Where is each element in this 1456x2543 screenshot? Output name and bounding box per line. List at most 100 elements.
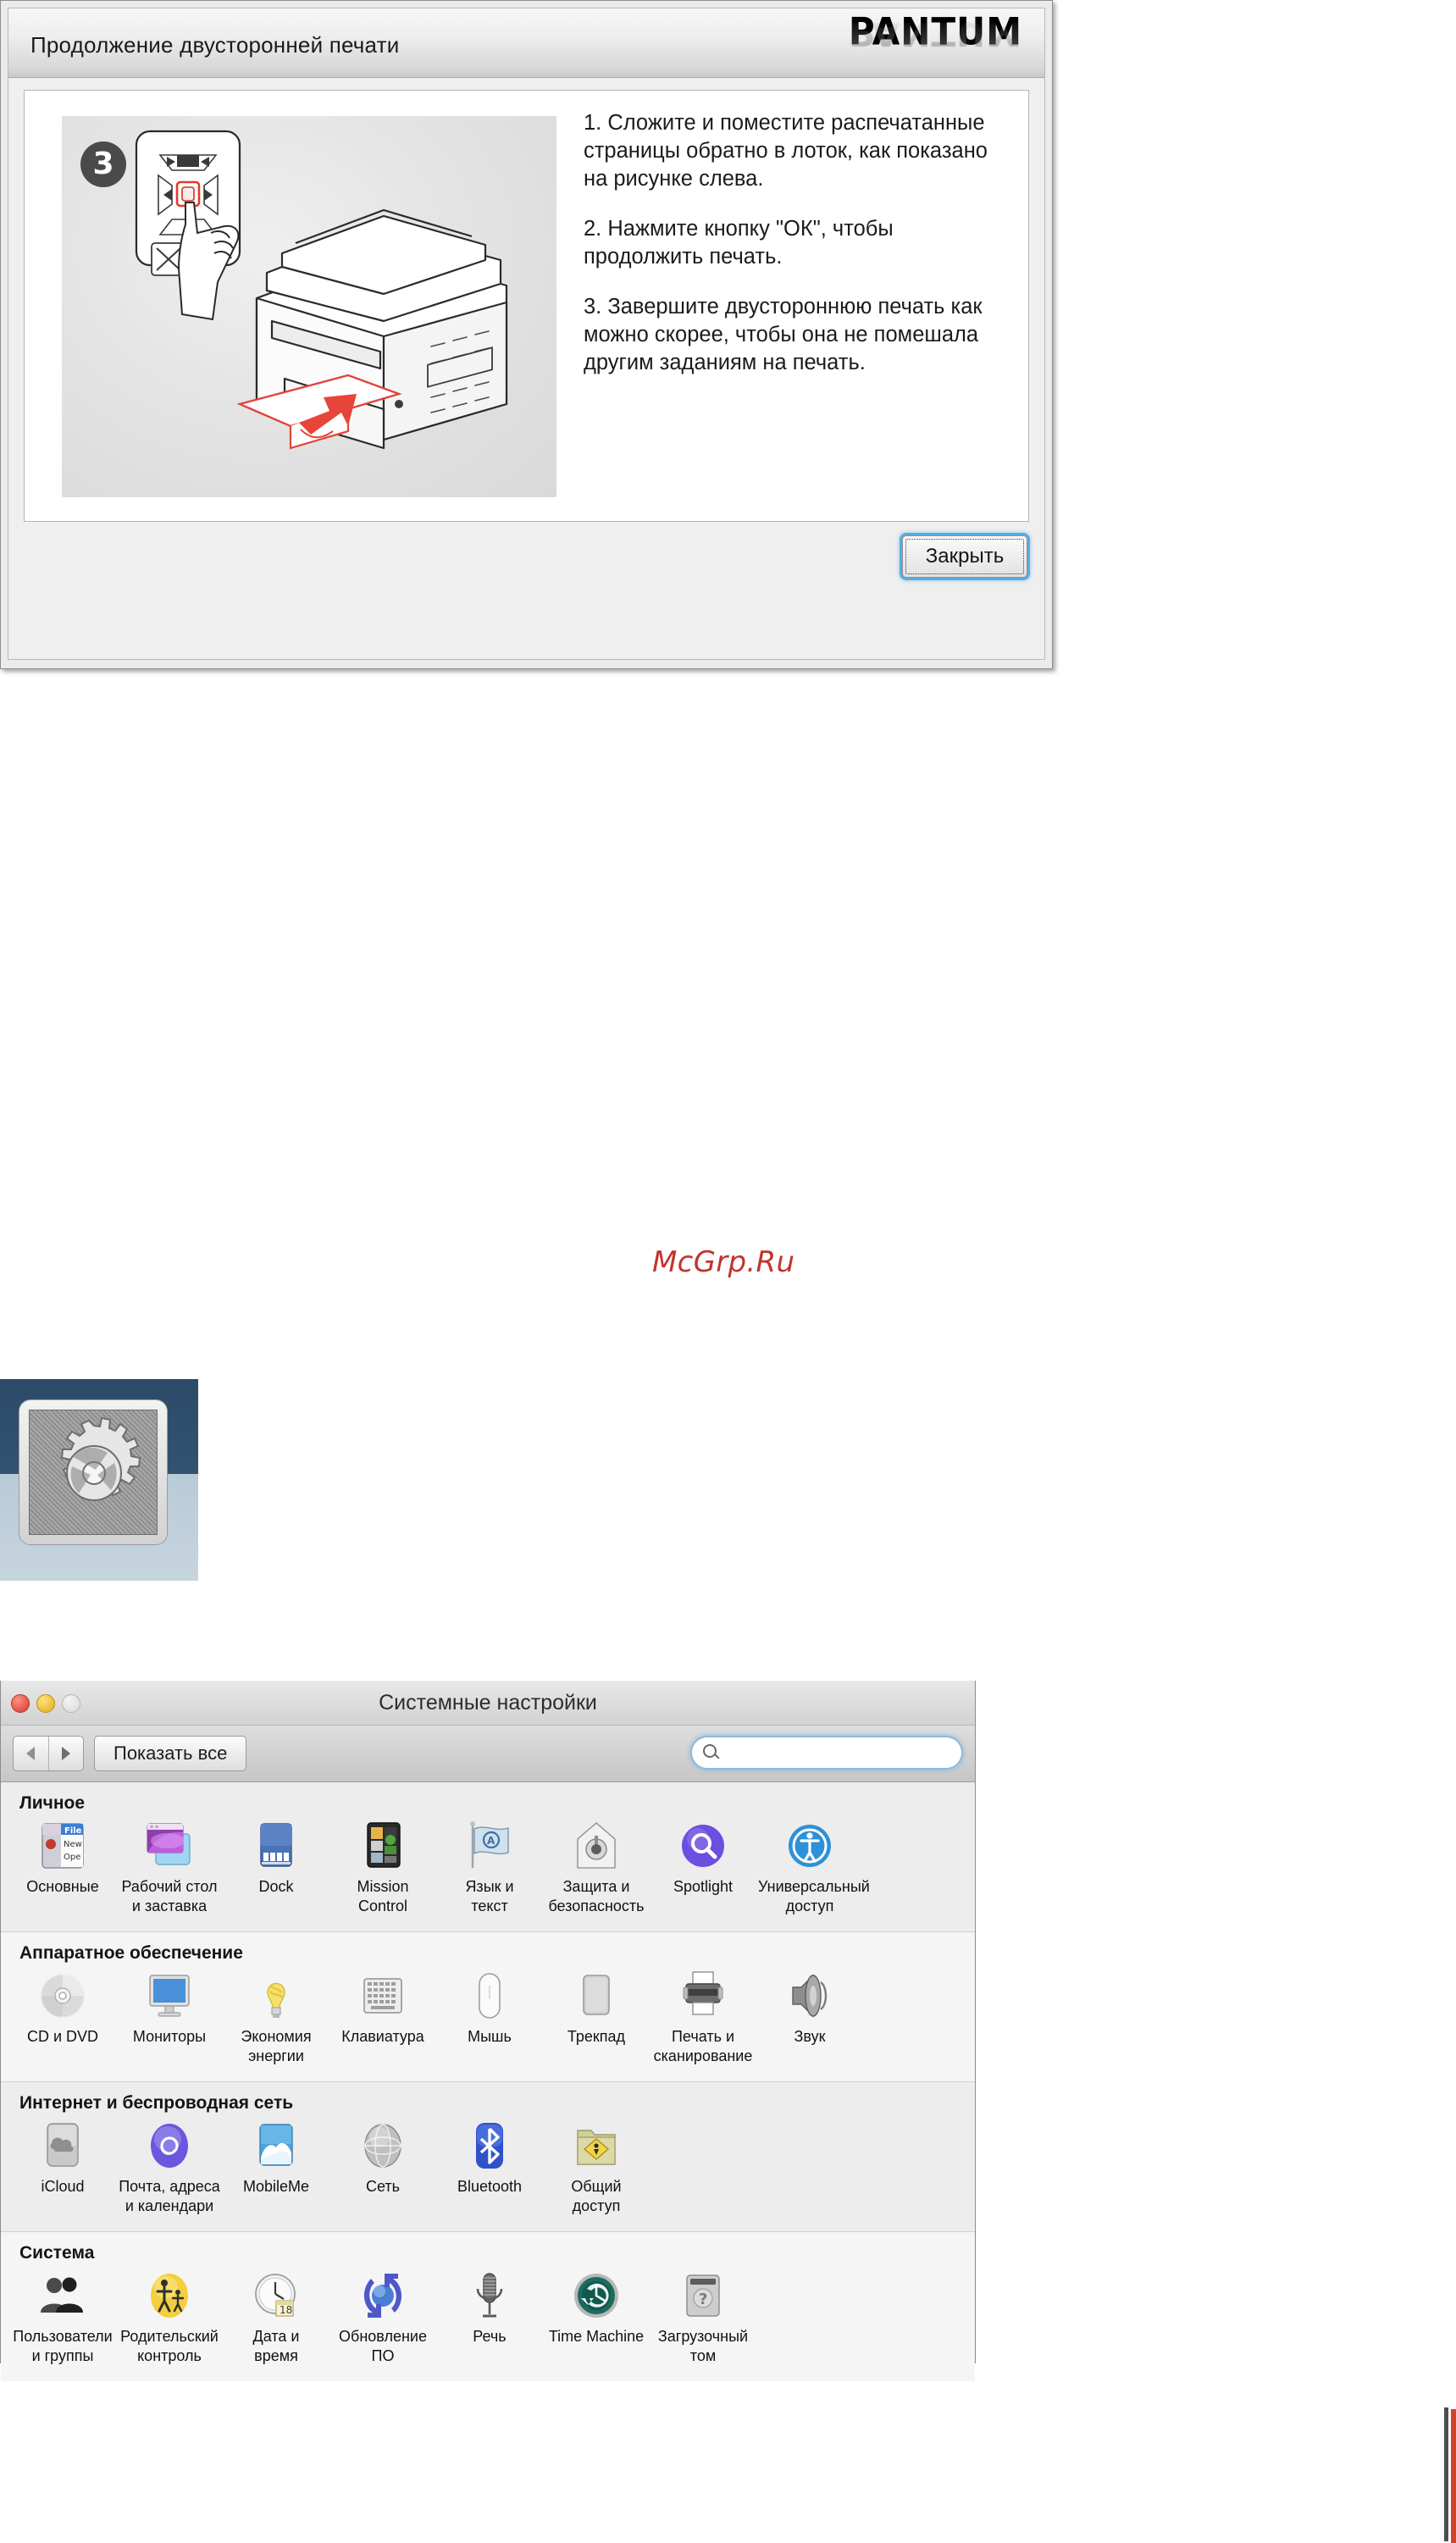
mission-control-icon (356, 1819, 410, 1873)
pref-mail-contacts-calendars[interactable]: Почта, адреса и календари (116, 2119, 223, 2221)
pref-general[interactable]: File New Ope Основные (9, 1819, 116, 1921)
pref-label: Spotlight (673, 1878, 734, 1895)
pref-icloud[interactable]: iCloud (9, 2119, 116, 2221)
section-grid-personal: File New Ope Основные Рабочий стол и зас… (1, 1819, 975, 1928)
pref-desktop-screensaver[interactable]: Рабочий стол и заставка (116, 1819, 223, 1921)
pref-label: Мышь (468, 2028, 512, 2045)
date-time-icon: 18 (249, 2269, 303, 2323)
search-icon (702, 1743, 721, 1762)
pref-date-time[interactable]: 18 Дата и время (223, 2269, 329, 2371)
pref-label: Клавиатура (341, 2028, 424, 2045)
section-title-hardware: Аппаратное обеспечение (19, 1943, 243, 1963)
sharing-icon (569, 2119, 623, 2173)
dialog-content-panel: 3 1. Сложите и поместите распечатанные с… (24, 90, 1029, 522)
search-input[interactable] (721, 1742, 962, 1763)
spotlight-icon (676, 1819, 730, 1873)
pref-print-scan[interactable]: Печать и сканирование (650, 1969, 756, 2071)
dock-icon (249, 1819, 303, 1873)
pref-label: CD и DVD (26, 2028, 99, 2045)
pref-label: Почта, адреса и календари (119, 2178, 220, 2214)
gears-icon (29, 1410, 158, 1535)
instruction-step-2: 2. Нажмите кнопку "ОК", чтобы продолжить… (584, 217, 894, 269)
general-icon: File New Ope (36, 1819, 90, 1873)
chevron-left-icon (26, 1747, 36, 1760)
section-personal: Личное File New Ope Основные Рабочий сто… (1, 1782, 975, 1931)
show-all-label: Показать все (113, 1742, 228, 1764)
startup-disk-icon: ? (676, 2269, 730, 2323)
svg-text:A: A (487, 1835, 495, 1847)
trackpad-icon (569, 1969, 623, 2023)
show-all-button[interactable]: Показать все (94, 1736, 247, 1771)
pref-label: Time Machine (548, 2328, 645, 2345)
pref-users-groups[interactable]: Пользователи и группы (9, 2269, 116, 2371)
pref-label: Общий доступ (571, 2178, 622, 2214)
pantum-logo: PANTUM PANTUM (751, 12, 1022, 76)
pref-cd-dvd[interactable]: CD и DVD (9, 1969, 116, 2071)
pref-label: Пользователи и группы (13, 2328, 113, 2364)
pref-spotlight[interactable]: Spotlight (650, 1819, 756, 1921)
bluetooth-icon (462, 2119, 517, 2173)
pref-label: Звук (794, 2028, 826, 2045)
instruction-step-1: 1. Сложите и поместите распечатанные стр… (584, 111, 988, 191)
universal-access-icon (783, 1819, 837, 1873)
language-text-icon: A (462, 1819, 517, 1873)
pref-label: Экономия энергии (241, 2028, 312, 2064)
pref-security-privacy[interactable]: Защита и безопасность (543, 1819, 650, 1921)
pref-label: Защита и безопасность (548, 1878, 645, 1914)
software-update-icon (356, 2269, 410, 2323)
pref-mission-control[interactable]: Mission Control (329, 1819, 436, 1921)
pref-parental-controls[interactable]: Родительский контроль (116, 2269, 223, 2371)
pref-label: Основные (26, 1878, 99, 1895)
desktop-screensaver-icon (142, 1819, 197, 1873)
pref-energy-saver[interactable]: Экономия энергии (223, 1969, 329, 2071)
pref-sound[interactable]: Звук (756, 1969, 863, 2071)
search-field[interactable] (690, 1736, 963, 1770)
close-button[interactable]: Закрыть (902, 535, 1027, 578)
pref-trackpad[interactable]: Трекпад (543, 1969, 650, 2071)
edge-stripe-gray (1444, 2407, 1448, 2541)
pref-mobileme[interactable]: MobileMe (223, 2119, 329, 2221)
speech-icon (462, 2269, 517, 2323)
icloud-icon (36, 2119, 90, 2173)
section-system: Система Пользователи и группы Родительск… (1, 2231, 975, 2381)
mobileme-icon (249, 2119, 303, 2173)
pref-language-text[interactable]: A Язык и текст (436, 1819, 543, 1921)
dialog-titlebar: Продолжение двусторонней печати PANTUM P… (8, 8, 1044, 78)
pref-label: Дата и время (252, 2328, 300, 2364)
pref-bluetooth[interactable]: Bluetooth (436, 2119, 543, 2221)
pref-software-update[interactable]: Обновление ПО (329, 2269, 436, 2371)
pref-dock[interactable]: Dock (223, 1819, 329, 1921)
svg-text:18: 18 (280, 2304, 292, 2316)
pref-label: Bluetooth (457, 2178, 523, 2195)
icon-plate (19, 1399, 168, 1545)
pref-sharing[interactable]: Общий доступ (543, 2119, 650, 2221)
section-internet-wireless: Интернет и беспроводная сеть iCloud Почт… (1, 2081, 975, 2231)
pref-label: iCloud (41, 2178, 85, 2195)
network-icon (356, 2119, 410, 2173)
instruction-step-3: 3. Завершите двустороннюю печать как мож… (584, 295, 983, 374)
pref-label: Трекпад (567, 2028, 626, 2045)
pref-keyboard[interactable]: Клавиатура (329, 1969, 436, 2071)
instruction-list: 1. Сложите и поместите распечатанные стр… (584, 109, 1015, 512)
pref-universal-access[interactable]: Универсальный доступ (756, 1819, 870, 1921)
edge-stripe-red (1451, 2409, 1456, 2543)
pref-startup-disk[interactable]: ? Загрузочный том (650, 2269, 756, 2371)
forward-button[interactable] (49, 1737, 84, 1770)
sound-icon (783, 1969, 837, 2023)
pref-label: Родительский контроль (120, 2328, 219, 2364)
pref-mouse[interactable]: Мышь (436, 1969, 543, 2071)
pref-label: MobileMe (242, 2178, 310, 2195)
mouse-icon (462, 1969, 517, 2023)
system-preferences-window: Системные настройки Показать все Личное (0, 1681, 976, 2381)
pref-network[interactable]: Сеть (329, 2119, 436, 2221)
pref-speech[interactable]: Речь (436, 2269, 543, 2371)
section-title-personal: Личное (19, 1793, 86, 1813)
back-button[interactable] (14, 1737, 49, 1770)
pref-label: Печать и сканирование (653, 2028, 753, 2064)
navigation-buttons (13, 1736, 84, 1771)
pref-displays[interactable]: Мониторы (116, 1969, 223, 2071)
pref-time-machine[interactable]: Time Machine (543, 2269, 650, 2371)
window-titlebar: Системные настройки (1, 1681, 975, 1726)
pref-label: Рабочий стол и заставка (121, 1878, 218, 1914)
system-preferences-app-icon[interactable] (0, 1379, 198, 1581)
